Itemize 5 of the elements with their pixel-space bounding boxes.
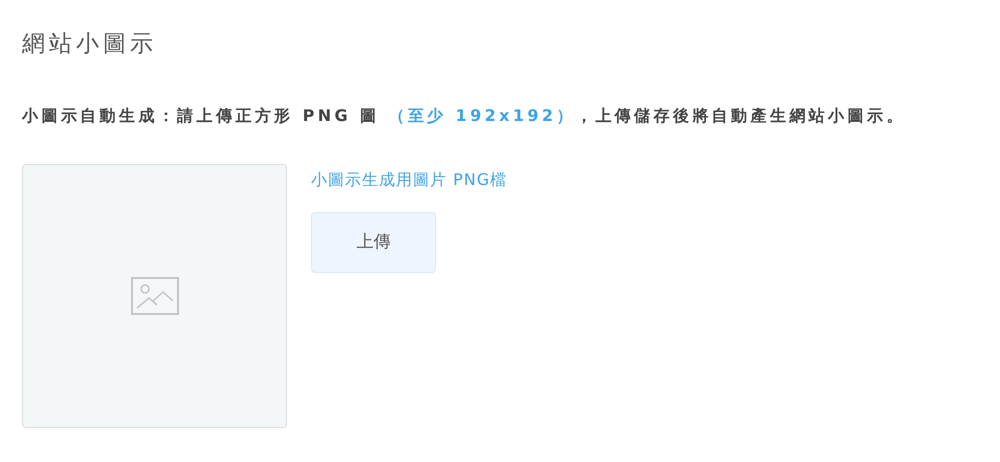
upload-button[interactable]: 上傳 xyxy=(311,212,436,273)
description-text: 小圖示自動生成：請上傳正方形 PNG 圖 （至少 192x192），上傳儲存後將自動產生網站小圖示。 xyxy=(22,104,907,127)
section-title: 網站小圖示 xyxy=(22,30,158,59)
file-label: 小圖示生成用圖片 PNG檔 xyxy=(311,168,508,191)
image-icon xyxy=(130,276,178,315)
